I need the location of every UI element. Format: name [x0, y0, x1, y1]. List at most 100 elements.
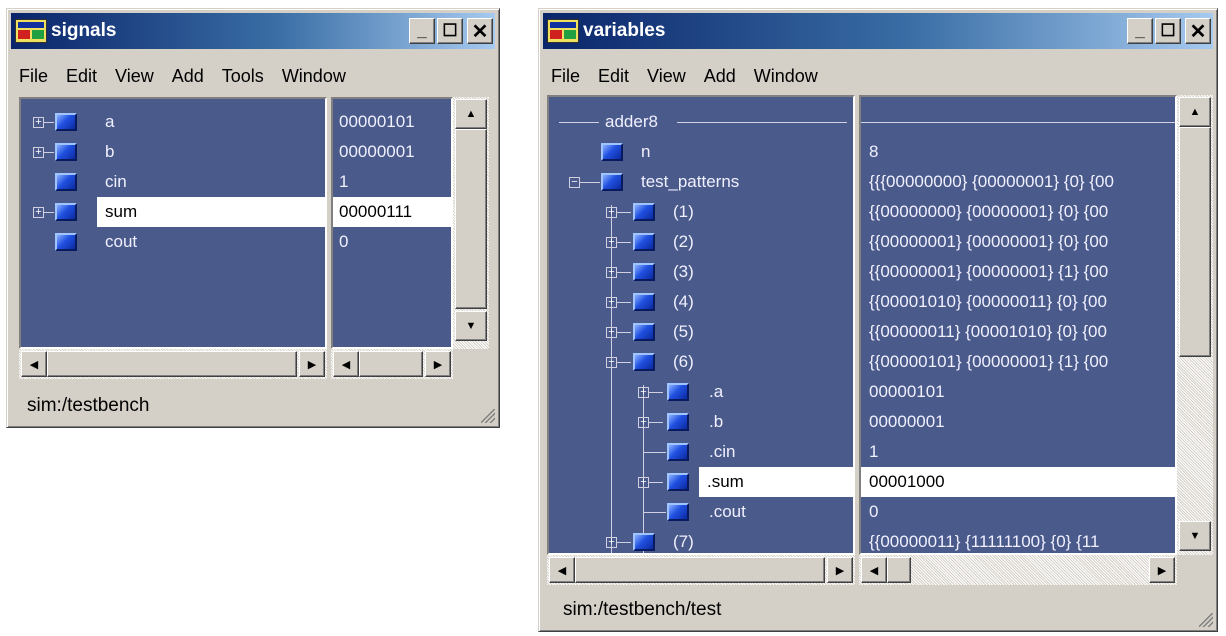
signal-row-a[interactable]: + a — [21, 107, 325, 137]
var-row-7[interactable]: + (7) — [549, 527, 853, 553]
vertical-scrollbar[interactable]: ▲ ▼ — [453, 97, 489, 349]
value-text: 00000101 — [869, 382, 945, 401]
signal-row-b[interactable]: + b — [21, 137, 325, 167]
scroll-left-button[interactable]: ◀ — [861, 557, 887, 583]
var-row-5[interactable]: + (5) — [549, 317, 853, 347]
var-row-test-patterns[interactable]: − test_patterns — [549, 167, 853, 197]
scroll-up-button[interactable]: ▲ — [455, 99, 487, 129]
signals-values-pane[interactable]: 00000101 00000001 1 00000111 0 — [331, 97, 453, 349]
scroll-thumb[interactable] — [887, 557, 911, 583]
signal-name: cout — [105, 232, 138, 251]
value-text: 0 — [339, 232, 349, 251]
menu-add[interactable]: Add — [172, 66, 204, 87]
expand-icon[interactable]: + — [33, 117, 44, 128]
close-button[interactable]: ✕ — [1185, 18, 1211, 44]
value-text: 0 — [869, 502, 879, 521]
scroll-thumb[interactable] — [455, 129, 487, 309]
menu-window[interactable]: Window — [754, 66, 818, 87]
menu-tools[interactable]: Tools — [222, 66, 264, 87]
expand-icon[interactable]: + — [606, 207, 617, 218]
vertical-scrollbar[interactable]: ▲ ▼ — [1177, 95, 1213, 555]
expand-icon[interactable]: + — [606, 237, 617, 248]
resize-grip-icon[interactable] — [1199, 613, 1213, 627]
variables-title-bar[interactable]: variables _ ☐ ✕ — [543, 13, 1213, 49]
expand-icon[interactable]: + — [638, 387, 649, 398]
scroll-thumb[interactable] — [47, 351, 297, 377]
variables-values-pane[interactable]: 8 {{{00000000} {00000001} {0} {00 {{0000… — [859, 95, 1177, 555]
resize-grip-icon[interactable] — [481, 409, 495, 423]
scroll-down-button[interactable]: ▼ — [455, 311, 487, 341]
var-row-3[interactable]: + (3) — [549, 257, 853, 287]
maximize-button[interactable]: ☐ — [437, 18, 463, 44]
var-row-6[interactable]: − (6) — [549, 347, 853, 377]
menu-view[interactable]: View — [115, 66, 154, 87]
variables-tree-pane[interactable]: adder8 n − test_patterns + (1) + (2) + (… — [547, 95, 855, 555]
var-row-2[interactable]: + (2) — [549, 227, 853, 257]
signal-row-cin[interactable]: cin — [21, 167, 325, 197]
signals-title-bar[interactable]: signals _ ☐ ✕ — [11, 13, 495, 49]
var-row-4[interactable]: + (4) — [549, 287, 853, 317]
scroll-thumb[interactable] — [359, 351, 423, 377]
variable-icon — [667, 383, 689, 401]
scroll-right-button[interactable]: ▶ — [425, 351, 451, 377]
scroll-right-button[interactable]: ▶ — [299, 351, 325, 377]
expand-icon[interactable]: + — [606, 267, 617, 278]
close-button[interactable]: ✕ — [467, 18, 493, 44]
expand-icon[interactable]: + — [606, 297, 617, 308]
variable-icon — [633, 353, 655, 371]
var-value: 00000101 — [861, 377, 1175, 407]
var-row-sum[interactable]: + .sum — [549, 467, 853, 497]
var-name: n — [641, 142, 651, 161]
var-row-a[interactable]: + .a — [549, 377, 853, 407]
values-horizontal-scrollbar[interactable]: ◀ ▶ — [331, 349, 453, 379]
signal-icon — [55, 113, 77, 131]
expand-icon[interactable]: + — [33, 207, 44, 218]
menu-edit[interactable]: Edit — [66, 66, 97, 87]
signal-row-cout[interactable]: cout — [21, 227, 325, 257]
values-horizontal-scrollbar[interactable]: ◀ ▶ — [859, 555, 1177, 585]
menu-file[interactable]: File — [551, 66, 580, 87]
expand-icon[interactable]: + — [33, 147, 44, 158]
signal-value-selected: 00000111 — [333, 197, 451, 227]
var-row-cin[interactable]: .cin — [549, 437, 853, 467]
signals-names-pane[interactable]: + a + b cin + sum cout — [19, 97, 327, 349]
menu-edit[interactable]: Edit — [598, 66, 629, 87]
tree-horizontal-scrollbar[interactable]: ◀ ▶ — [547, 555, 855, 585]
value-text: {{00000001} {00000001} {0} {00 — [869, 232, 1109, 251]
app-icon — [15, 19, 47, 43]
expand-icon[interactable]: + — [638, 477, 649, 488]
scroll-left-button[interactable]: ◀ — [333, 351, 359, 377]
var-row-cout[interactable]: .cout — [549, 497, 853, 527]
scroll-up-button[interactable]: ▲ — [1179, 97, 1211, 127]
expand-icon[interactable]: + — [638, 417, 649, 428]
scroll-right-button[interactable]: ▶ — [1149, 557, 1175, 583]
menu-file[interactable]: File — [19, 66, 48, 87]
maximize-button[interactable]: ☐ — [1155, 18, 1181, 44]
var-row-b[interactable]: + .b — [549, 407, 853, 437]
collapse-icon[interactable]: − — [606, 357, 617, 368]
var-row-n[interactable]: n — [549, 137, 853, 167]
signal-icon — [55, 143, 77, 161]
signal-name-selected: sum — [97, 197, 325, 227]
signal-value: 1 — [333, 167, 451, 197]
expand-icon[interactable]: + — [606, 327, 617, 338]
variable-icon — [667, 503, 689, 521]
signal-row-sum[interactable]: + sum — [21, 197, 325, 227]
scroll-left-button[interactable]: ◀ — [549, 557, 575, 583]
scroll-right-button[interactable]: ▶ — [827, 557, 853, 583]
expand-icon[interactable]: + — [606, 537, 617, 548]
scroll-thumb[interactable] — [1179, 127, 1211, 357]
collapse-icon[interactable]: − — [569, 177, 580, 188]
minimize-button[interactable]: _ — [409, 18, 435, 44]
menu-view[interactable]: View — [647, 66, 686, 87]
scroll-left-button[interactable]: ◀ — [21, 351, 47, 377]
names-horizontal-scrollbar[interactable]: ◀ ▶ — [19, 349, 327, 379]
scroll-down-button[interactable]: ▼ — [1179, 521, 1211, 551]
tree-root: adder8 — [549, 107, 853, 137]
menu-add[interactable]: Add — [704, 66, 736, 87]
value-text: 1 — [869, 442, 879, 461]
var-row-1[interactable]: + (1) — [549, 197, 853, 227]
minimize-button[interactable]: _ — [1127, 18, 1153, 44]
menu-window[interactable]: Window — [282, 66, 346, 87]
scroll-thumb[interactable] — [575, 557, 825, 583]
